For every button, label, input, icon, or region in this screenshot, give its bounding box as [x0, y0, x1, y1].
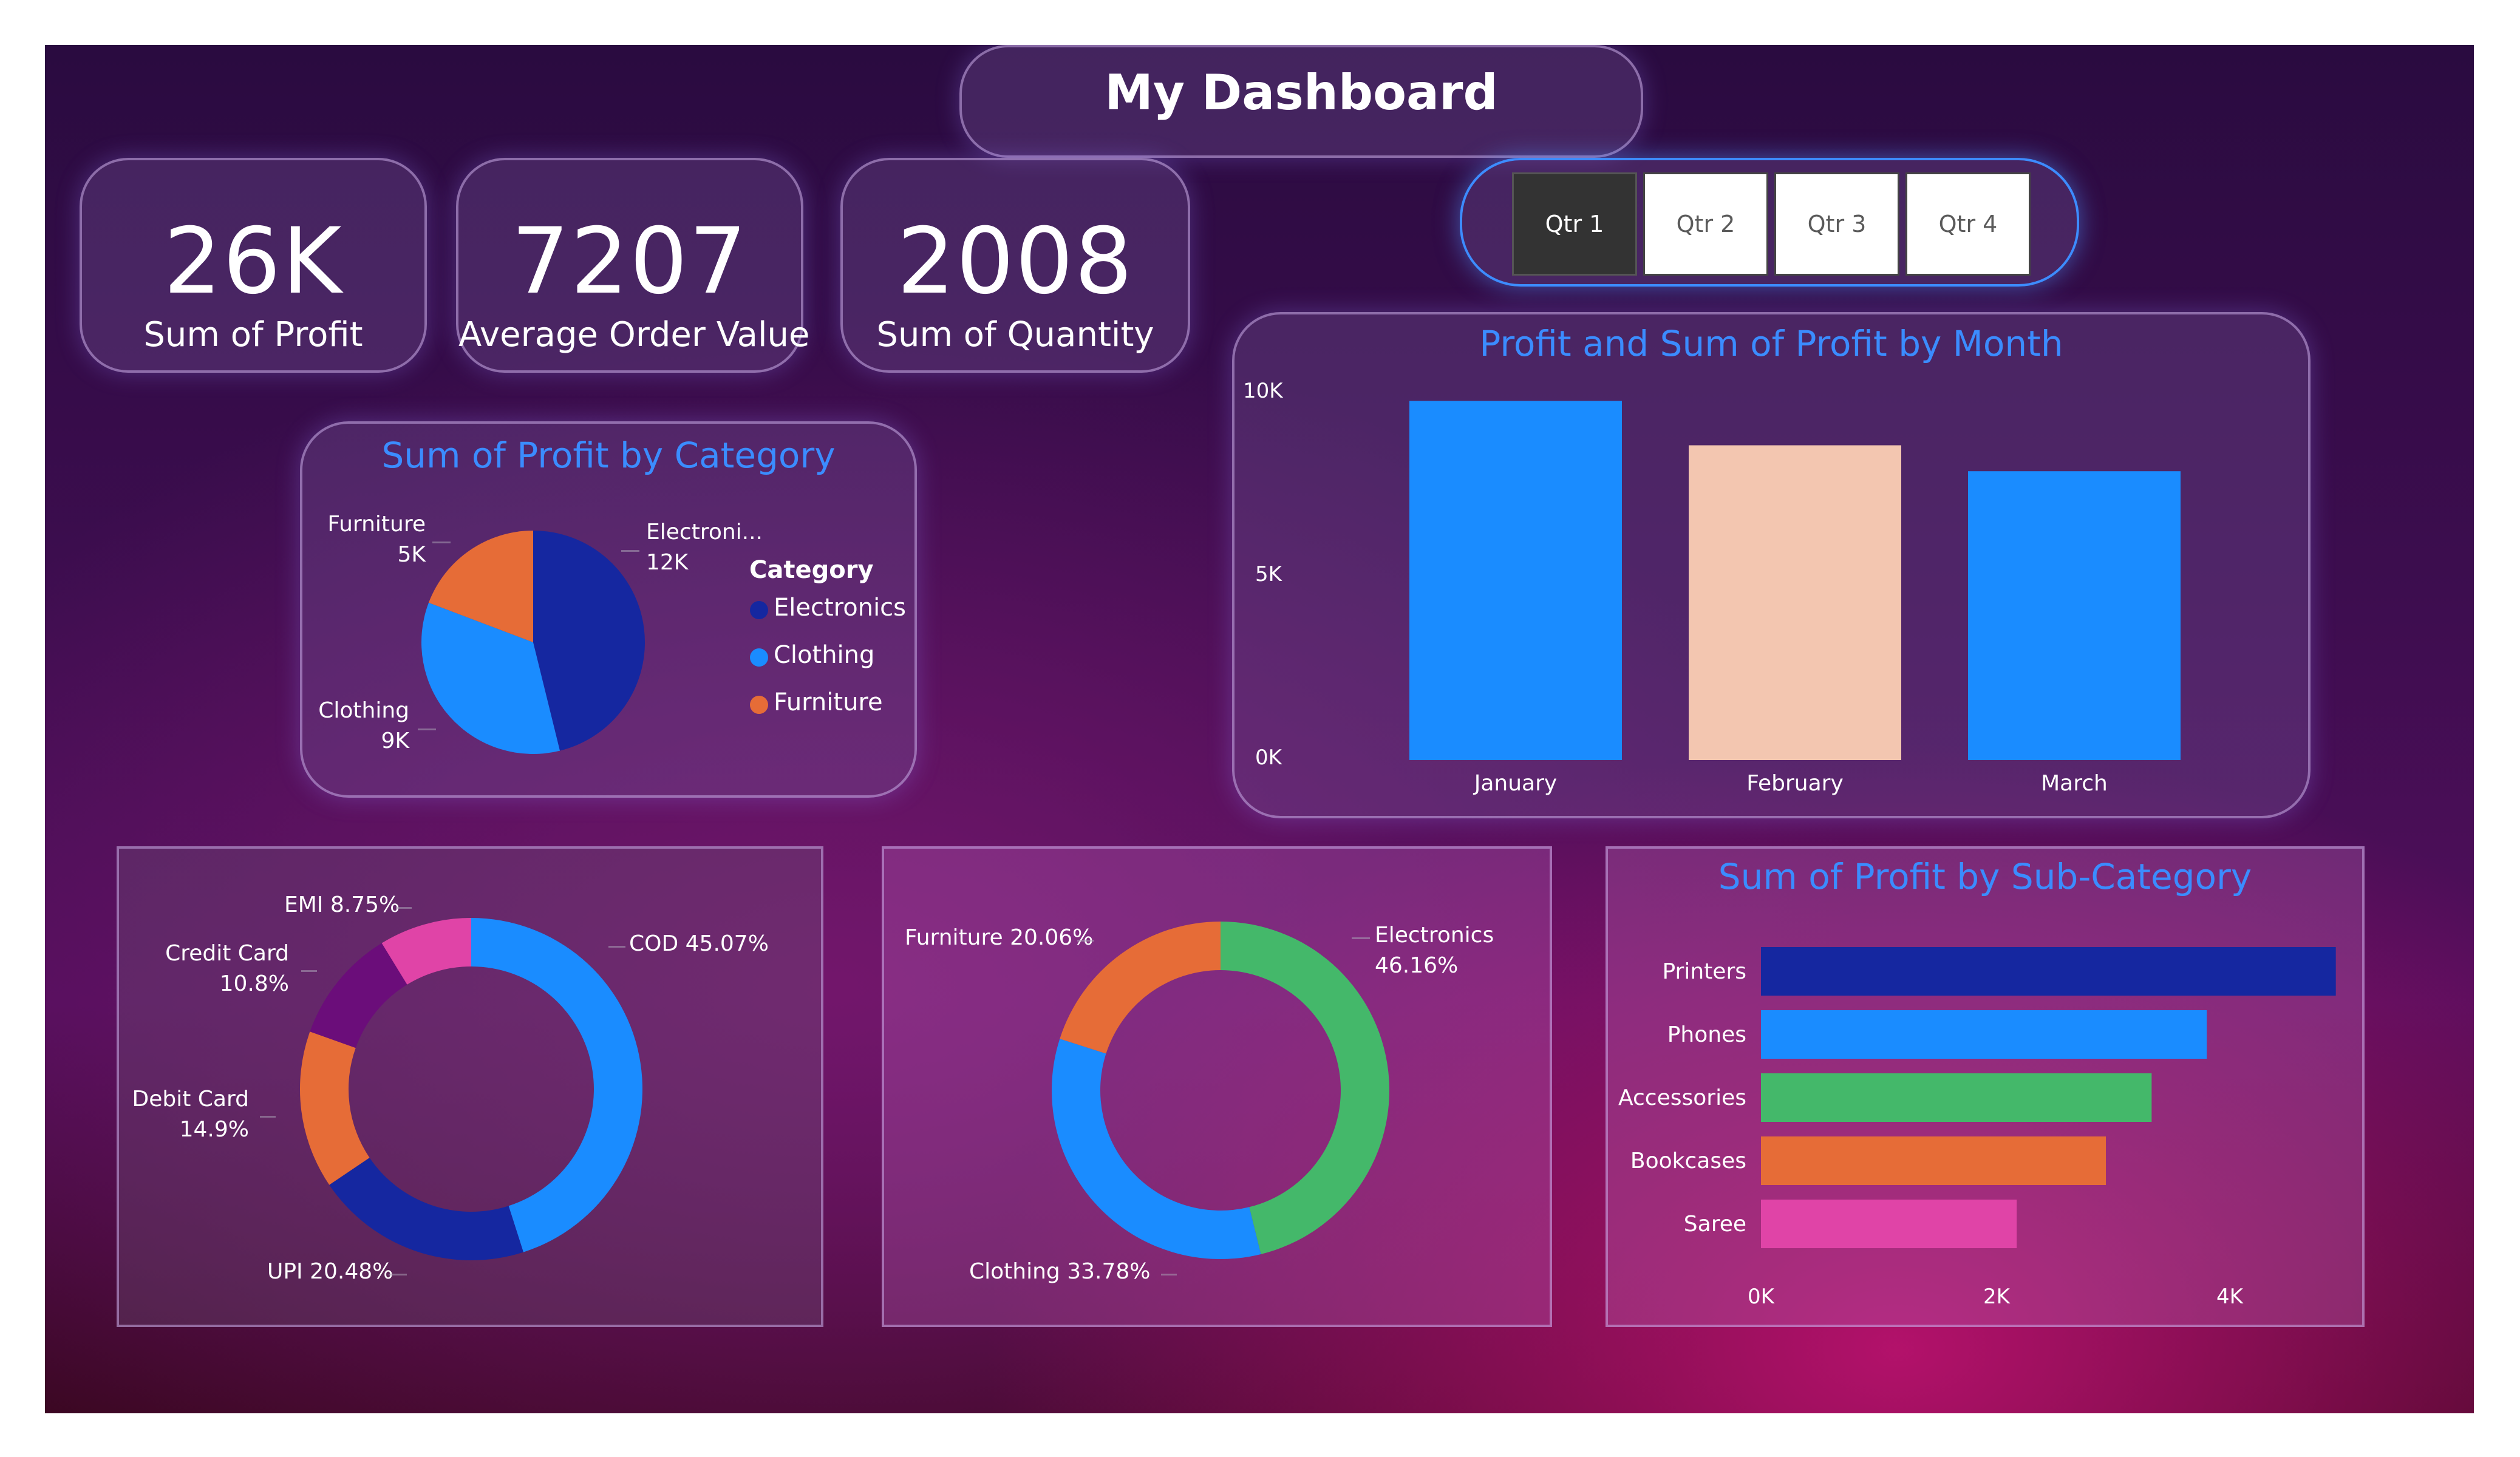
bar-march[interactable] — [1968, 471, 2181, 760]
donut-label-credit-value: 10.8% — [219, 971, 289, 996]
month-bar-chart: January February March — [1409, 401, 2181, 796]
kpi-label: Average Order Value — [458, 315, 810, 355]
pie-label-clothing-value: 9K — [381, 728, 409, 753]
legend-dot-electronics — [750, 601, 768, 619]
y-tick-label: Phones — [1667, 1022, 1746, 1047]
category-pie-card: Sum of Profit by Category Furniture 5K E… — [300, 421, 917, 798]
bar-bookcases[interactable] — [1761, 1136, 2106, 1185]
pie-label-clothing-name: Clothing — [318, 698, 409, 723]
bar-accessories[interactable] — [1761, 1073, 2152, 1122]
donut-label-upi: UPI 20.48% — [267, 1259, 393, 1284]
category-donut-panel: Furniture 20.06% Electronics 46.16% Clot… — [882, 846, 1552, 1327]
donut-leader — [389, 1274, 407, 1275]
slicer-option-qtr4[interactable]: Qtr 4 — [1905, 172, 2031, 276]
subcat-bar-panel: Sum of Profit by Sub-Category Printers Ph… — [1606, 846, 2365, 1327]
slice-clothing[interactable] — [1052, 1039, 1261, 1259]
donut-leader — [1077, 940, 1094, 942]
legend-item-furniture[interactable]: Furniture — [774, 688, 883, 716]
slice-upi[interactable] — [329, 1158, 523, 1260]
donut-leader — [301, 970, 317, 972]
legend-dot-clothing — [750, 648, 768, 667]
pie-label-furniture-value: 5K — [397, 542, 426, 567]
slicer-option-qtr2[interactable]: Qtr 2 — [1643, 172, 1768, 276]
bar-saree[interactable] — [1761, 1200, 2017, 1248]
donut-label-emi: EMI 8.75% — [284, 892, 400, 917]
month-bar-card: Profit and Sum of Profit by Month 10K 5K… — [1232, 312, 2311, 818]
kpi-card-profit: 26K Sum of Profit — [80, 158, 427, 373]
kpi-card-aov: 7207 Average Order Value — [456, 158, 810, 373]
kpi-value: 7207 — [511, 209, 748, 314]
donut-leader — [1161, 1274, 1177, 1275]
donut-leader — [260, 1116, 276, 1118]
subcat-bar-chart: Printers Phones Accessories Bookcases Saree — [1618, 947, 2336, 1248]
y-tick-label: Bookcases — [1630, 1149, 1746, 1173]
x-tick-label: 4K — [2216, 1285, 2243, 1309]
pie-leader — [432, 542, 451, 543]
category-donut-chart — [1052, 922, 1390, 1259]
pie-leader — [418, 728, 436, 730]
donut-label-debit-name: Debit Card — [132, 1087, 250, 1112]
y-tick-label: Accessories — [1618, 1085, 1746, 1110]
donut-leader — [1352, 937, 1370, 939]
donut-label-electronics-name: Electronics — [1375, 923, 1494, 948]
slicer-option-qtr3[interactable]: Qtr 3 — [1774, 172, 1899, 276]
donut-label-electronics-value: 46.16% — [1375, 953, 1459, 978]
donut-label-credit-name: Credit Card — [165, 941, 289, 966]
kpi-label: Sum of Profit — [143, 315, 363, 355]
legend-item-clothing[interactable]: Clothing — [774, 641, 874, 669]
pie-label-electronics-value: 12K — [646, 550, 689, 575]
pie-label-electronics-name: Electroni... — [646, 520, 763, 545]
payment-donut-panel: EMI 8.75% Credit Card 10.8% Debit Card 1… — [117, 846, 823, 1327]
donut-leader — [396, 907, 412, 909]
donut-label-furniture: Furniture 20.06% — [905, 925, 1094, 950]
x-tick-label: February — [1746, 771, 1844, 796]
bar-printers[interactable] — [1761, 947, 2336, 996]
y-tick-label: Saree — [1684, 1212, 1746, 1237]
bar-phones[interactable] — [1761, 1010, 2207, 1059]
kpi-label: Sum of Quantity — [876, 315, 1154, 355]
donut-leader — [608, 946, 625, 948]
kpi-value: 2008 — [897, 209, 1134, 314]
legend-title: Category — [749, 556, 874, 584]
donut-label-cod: COD 45.07% — [629, 931, 769, 956]
x-tick-label: 2K — [1983, 1285, 2010, 1309]
page-title: My Dashboard — [1105, 64, 1498, 121]
pie-leader — [621, 550, 639, 552]
x-tick-label: March — [2041, 771, 2108, 796]
slicer-option-qtr1[interactable]: Qtr 1 — [1512, 172, 1637, 276]
kpi-card-quantity: 2008 Sum of Quantity — [840, 158, 1190, 373]
quarter-slicer: Qtr 1 Qtr 2 Qtr 3 Qtr 4 — [1460, 158, 2079, 287]
x-tick-label: 0K — [1748, 1285, 1774, 1309]
title-bar: My Dashboard — [959, 45, 1643, 158]
dashboard-canvas: My Dashboard 26K Sum of Profit 7207 Aver… — [45, 45, 2474, 1413]
kpi-value: 26K — [163, 209, 343, 314]
bar-january[interactable] — [1409, 401, 1622, 760]
pie-label-furniture-name: Furniture — [327, 512, 426, 537]
donut-label-clothing: Clothing 33.78% — [969, 1259, 1151, 1284]
legend-item-electronics[interactable]: Electronics — [774, 594, 906, 622]
slice-cod[interactable] — [471, 918, 642, 1252]
y-tick-label: Printers — [1662, 959, 1746, 984]
x-tick-label: January — [1473, 771, 1557, 796]
slice-debit-card[interactable] — [299, 1031, 370, 1185]
legend-dot-furniture — [750, 696, 768, 714]
bar-february[interactable] — [1689, 445, 1901, 761]
donut-label-debit-value: 14.9% — [179, 1117, 249, 1142]
slice-electronics[interactable] — [1221, 922, 1390, 1254]
